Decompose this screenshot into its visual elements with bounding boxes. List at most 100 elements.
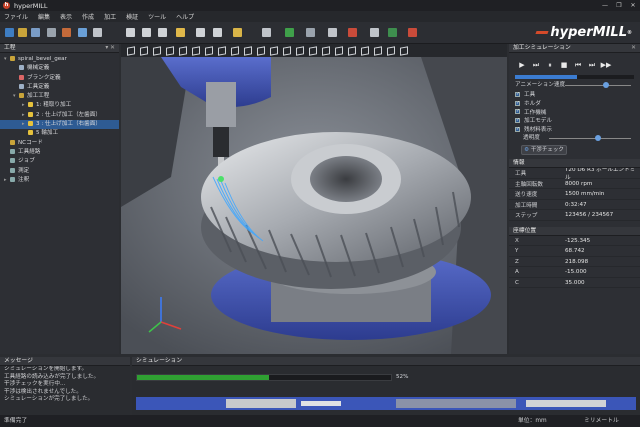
tree-item[interactable]: NCコード xyxy=(0,139,119,148)
tree-item-label: 2 : 仕上げ加工（左歯面） xyxy=(36,111,101,118)
view-cube-icon[interactable] xyxy=(179,45,187,56)
view-cube-icon[interactable] xyxy=(192,45,200,56)
measure-icon[interactable] xyxy=(370,28,379,37)
checkbox[interactable]: ✓ xyxy=(515,91,520,97)
stop-button[interactable]: ■ xyxy=(557,61,571,69)
menu-view[interactable]: 表示 xyxy=(60,12,72,21)
step-forward-button[interactable]: ⏭ xyxy=(529,61,543,70)
tree-icon[interactable] xyxy=(328,28,337,37)
new-icon[interactable] xyxy=(5,28,14,37)
view-cube-icon[interactable] xyxy=(127,45,135,56)
rewind-button[interactable]: ⏮ xyxy=(571,61,585,70)
folder-icon[interactable] xyxy=(233,28,242,37)
tree-item[interactable]: 工具経路 xyxy=(0,148,119,157)
view-cube-icon[interactable] xyxy=(296,45,304,56)
tree-item[interactable]: ▸ 3 : 仕上げ加工（右歯面） xyxy=(0,120,119,130)
3d-viewport[interactable] xyxy=(121,57,507,354)
checkbox-row[interactable]: ✓ 残材料表示 xyxy=(509,125,640,134)
checkbox-row[interactable]: ✓ ホルダ xyxy=(509,99,640,108)
timeline-slider[interactable] xyxy=(515,75,634,79)
view-cube-icon[interactable] xyxy=(218,45,226,56)
view-front-icon[interactable] xyxy=(142,28,151,37)
view-cube-icon[interactable] xyxy=(257,45,265,56)
view-top-icon[interactable] xyxy=(158,28,167,37)
panel-menu-icon[interactable]: ▾ ✕ xyxy=(105,44,115,53)
tree-item[interactable]: ▾ 加工工程 xyxy=(0,92,119,101)
undo-icon[interactable] xyxy=(62,28,71,37)
node-icon xyxy=(28,121,33,127)
checkbox[interactable]: ✓ xyxy=(515,109,520,115)
pause-button[interactable]: ⏸ xyxy=(543,61,557,70)
menu-machining[interactable]: 加工 xyxy=(104,12,116,21)
menu-edit[interactable]: 編集 xyxy=(38,12,50,21)
view-cube-icon[interactable] xyxy=(361,45,369,56)
play-button[interactable]: ▶ xyxy=(515,61,529,69)
view-cube-icon[interactable] xyxy=(166,45,174,56)
view-cube-icon[interactable] xyxy=(374,45,382,56)
menu-file[interactable]: ファイル xyxy=(4,12,28,21)
checkbox[interactable]: ✓ xyxy=(515,100,520,106)
checkbox[interactable]: ✓ xyxy=(515,117,520,123)
view-cube-icon[interactable] xyxy=(400,45,408,56)
view-cube-icon[interactable] xyxy=(322,45,330,56)
tree-item[interactable]: 機械定義 xyxy=(0,64,119,73)
menu-tools[interactable]: ツール xyxy=(148,12,166,21)
view-cube-icon[interactable] xyxy=(270,45,278,56)
close-icon[interactable]: ✕ xyxy=(631,44,636,53)
tree-item[interactable]: ブランク定義 xyxy=(0,74,119,83)
cut-icon[interactable] xyxy=(93,28,102,37)
light-icon[interactable] xyxy=(176,28,185,37)
view-cube-icon[interactable] xyxy=(126,28,135,37)
tree-item[interactable]: 5 輪加工 xyxy=(0,129,119,138)
open-icon[interactable] xyxy=(18,28,27,37)
tree-item[interactable]: ▾ spiral_bevel_gear xyxy=(0,55,119,64)
view-cube-icon[interactable] xyxy=(244,45,252,56)
checkbox-row[interactable]: ✓ 工具 xyxy=(509,90,640,99)
transparency-slider[interactable] xyxy=(549,135,631,142)
anim-speed-slider[interactable] xyxy=(565,82,631,88)
tool-icon[interactable] xyxy=(306,28,315,37)
brand-logo: hyperMILL® xyxy=(535,22,632,44)
fast-forward-button[interactable]: ▶▶ xyxy=(599,61,613,69)
menu-verify[interactable]: 検証 xyxy=(126,12,138,21)
tree-item[interactable]: ▸ 1: 粗取り加工 xyxy=(0,101,119,110)
checkbox-label: 加工モデル xyxy=(524,118,552,125)
redo-icon[interactable] xyxy=(78,28,87,37)
view-cube-icon[interactable] xyxy=(348,45,356,56)
info-key: ステップ xyxy=(515,213,538,220)
checkbox-row[interactable]: ✓ 加工モデル xyxy=(509,116,640,125)
save-icon[interactable] xyxy=(31,28,40,37)
view-cube-icon[interactable] xyxy=(387,45,395,56)
maximize-button[interactable]: ❐ xyxy=(612,0,626,11)
view-cube-icon[interactable] xyxy=(335,45,343,56)
view-cube-icon[interactable] xyxy=(231,45,239,56)
sheet-icon[interactable] xyxy=(262,28,271,37)
tree-item[interactable]: ▸ 2 : 仕上げ加工（左歯面） xyxy=(0,111,119,120)
tree-item[interactable]: 測定 xyxy=(0,167,119,176)
tree-item[interactable]: 工具定義 xyxy=(0,83,119,92)
node-icon xyxy=(10,148,15,154)
view-cube-icon[interactable] xyxy=(283,45,291,56)
menu-create[interactable]: 作成 xyxy=(82,12,94,21)
skip-button[interactable]: ⏭ xyxy=(585,61,599,70)
view-right-icon[interactable] xyxy=(196,28,205,37)
stop-icon[interactable] xyxy=(348,28,357,37)
close-button[interactable]: ✕ xyxy=(626,0,640,11)
simulate-icon[interactable] xyxy=(388,28,397,37)
checkbox-row[interactable]: ✓ 工作機械 xyxy=(509,107,640,116)
view-cube-icon[interactable] xyxy=(153,45,161,56)
tree-item[interactable]: ▸ 注釈 xyxy=(0,176,119,185)
interference-check-button[interactable]: ⚙ 干渉チェック xyxy=(521,145,567,156)
view-cube-icon[interactable] xyxy=(309,45,317,56)
tree-item[interactable]: ジョブ xyxy=(0,157,119,166)
menu-help[interactable]: ヘルプ xyxy=(176,12,194,21)
timeline-track[interactable] xyxy=(136,397,636,410)
view-cube-icon[interactable] xyxy=(205,45,213,56)
minimize-button[interactable]: — xyxy=(598,0,612,11)
check-icon[interactable] xyxy=(285,28,294,37)
record-icon[interactable] xyxy=(408,28,417,37)
checkbox[interactable]: ✓ xyxy=(515,126,520,132)
view-iso-icon[interactable] xyxy=(213,28,222,37)
view-cube-icon[interactable] xyxy=(140,45,148,56)
print-icon[interactable] xyxy=(47,28,56,37)
